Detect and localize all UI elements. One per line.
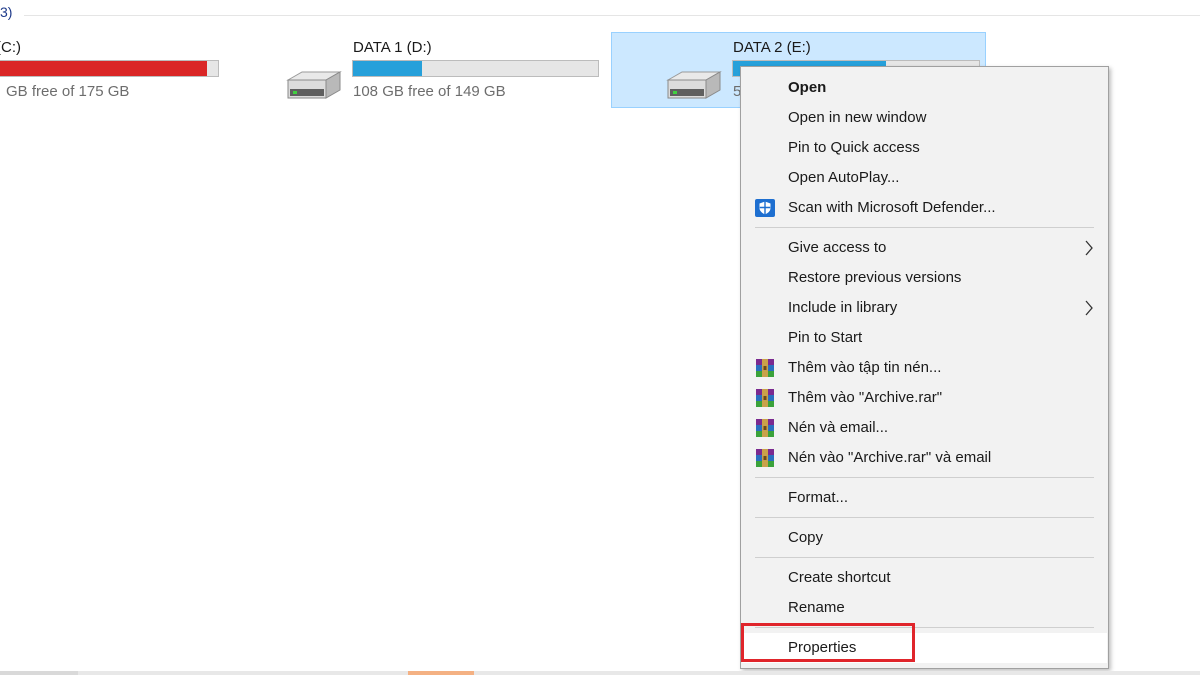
menu-item-label: Open in new window bbox=[788, 109, 927, 126]
menu-item-winrar-compress-rar-email[interactable]: Nén vào "Archive.rar" và email bbox=[742, 443, 1107, 473]
drive-tile-c[interactable]: (C:) GB free of 175 GB bbox=[0, 32, 240, 108]
menu-item-label: Give access to bbox=[788, 239, 887, 256]
menu-item-pin-to-quick-access[interactable]: Pin to Quick access bbox=[742, 133, 1107, 163]
menu-item-label: Format... bbox=[788, 489, 849, 506]
menu-item-label: Rename bbox=[788, 599, 845, 616]
drive-name: (C:) bbox=[0, 39, 21, 56]
drive-tile-d[interactable]: DATA 1 (D:) 108 GB free of 149 GB bbox=[276, 32, 606, 108]
properties-highlight-box bbox=[741, 623, 915, 662]
menu-item-open-autoplay[interactable]: Open AutoPlay... bbox=[742, 163, 1107, 193]
menu-item-rename[interactable]: Rename bbox=[742, 593, 1107, 623]
drive-free-space: GB free of 175 GB bbox=[6, 83, 130, 100]
winrar-icon bbox=[756, 419, 774, 437]
menu-item-give-access-to[interactable]: Give access to bbox=[742, 233, 1107, 263]
menu-item-label: Thêm vào tập tin nén... bbox=[788, 359, 942, 376]
winrar-icon bbox=[756, 449, 774, 467]
menu-item-format[interactable]: Format... bbox=[742, 483, 1107, 513]
menu-item-label: Thêm vào "Archive.rar" bbox=[788, 389, 943, 406]
bottom-edge-strip bbox=[0, 671, 1200, 675]
menu-separator bbox=[755, 477, 1094, 478]
context-menu: Open Open in new window Pin to Quick acc… bbox=[740, 66, 1109, 669]
drive-free-space: 108 GB free of 149 GB bbox=[353, 83, 506, 100]
bottom-edge-segment bbox=[0, 671, 78, 675]
menu-item-create-shortcut[interactable]: Create shortcut bbox=[742, 563, 1107, 593]
menu-item-label: Scan with Microsoft Defender... bbox=[788, 199, 996, 216]
menu-item-restore-previous-versions[interactable]: Restore previous versions bbox=[742, 263, 1107, 293]
menu-separator bbox=[755, 517, 1094, 518]
defender-shield-icon bbox=[755, 199, 775, 217]
drive-usage-bar bbox=[352, 60, 599, 77]
menu-item-label: Pin to Start bbox=[788, 329, 863, 346]
winrar-icon bbox=[756, 389, 774, 407]
drive-name: DATA 1 (D:) bbox=[353, 39, 432, 56]
hard-drive-icon bbox=[286, 71, 342, 99]
chevron-right-icon bbox=[1085, 300, 1093, 316]
menu-separator bbox=[755, 227, 1094, 228]
hard-drive-icon bbox=[666, 71, 722, 99]
drive-usage-bar bbox=[0, 60, 219, 77]
menu-item-winrar-add-to-archive[interactable]: Thêm vào tập tin nén... bbox=[742, 353, 1107, 383]
menu-item-include-in-library[interactable]: Include in library bbox=[742, 293, 1107, 323]
menu-item-label: Pin to Quick access bbox=[788, 139, 920, 156]
drive-name: DATA 2 (E:) bbox=[733, 39, 811, 56]
menu-item-label: Restore previous versions bbox=[788, 269, 962, 286]
group-header-label: 3) bbox=[0, 4, 13, 20]
menu-item-open[interactable]: Open bbox=[742, 73, 1107, 103]
winrar-icon bbox=[756, 359, 774, 377]
drive-usage-fill bbox=[353, 61, 422, 76]
drive-usage-fill bbox=[0, 61, 208, 76]
menu-item-label: Open bbox=[788, 79, 827, 96]
bottom-edge-segment-accent bbox=[408, 671, 474, 675]
menu-item-winrar-compress-email[interactable]: Nén và email... bbox=[742, 413, 1107, 443]
menu-item-label: Nén vào "Archive.rar" và email bbox=[788, 449, 992, 466]
menu-item-scan-defender[interactable]: Scan with Microsoft Defender... bbox=[742, 193, 1107, 223]
menu-item-open-in-new-window[interactable]: Open in new window bbox=[742, 103, 1107, 133]
menu-item-label: Open AutoPlay... bbox=[788, 169, 900, 186]
menu-separator bbox=[755, 557, 1094, 558]
menu-item-copy[interactable]: Copy bbox=[742, 523, 1107, 553]
menu-item-pin-to-start[interactable]: Pin to Start bbox=[742, 323, 1107, 353]
menu-item-winrar-add-to-archive-rar[interactable]: Thêm vào "Archive.rar" bbox=[742, 383, 1107, 413]
menu-item-label: Copy bbox=[788, 529, 824, 546]
menu-item-label: Create shortcut bbox=[788, 569, 891, 586]
menu-item-label: Nén và email... bbox=[788, 419, 889, 436]
group-divider bbox=[24, 15, 1200, 16]
menu-item-label: Include in library bbox=[788, 299, 898, 316]
chevron-right-icon bbox=[1085, 240, 1093, 256]
